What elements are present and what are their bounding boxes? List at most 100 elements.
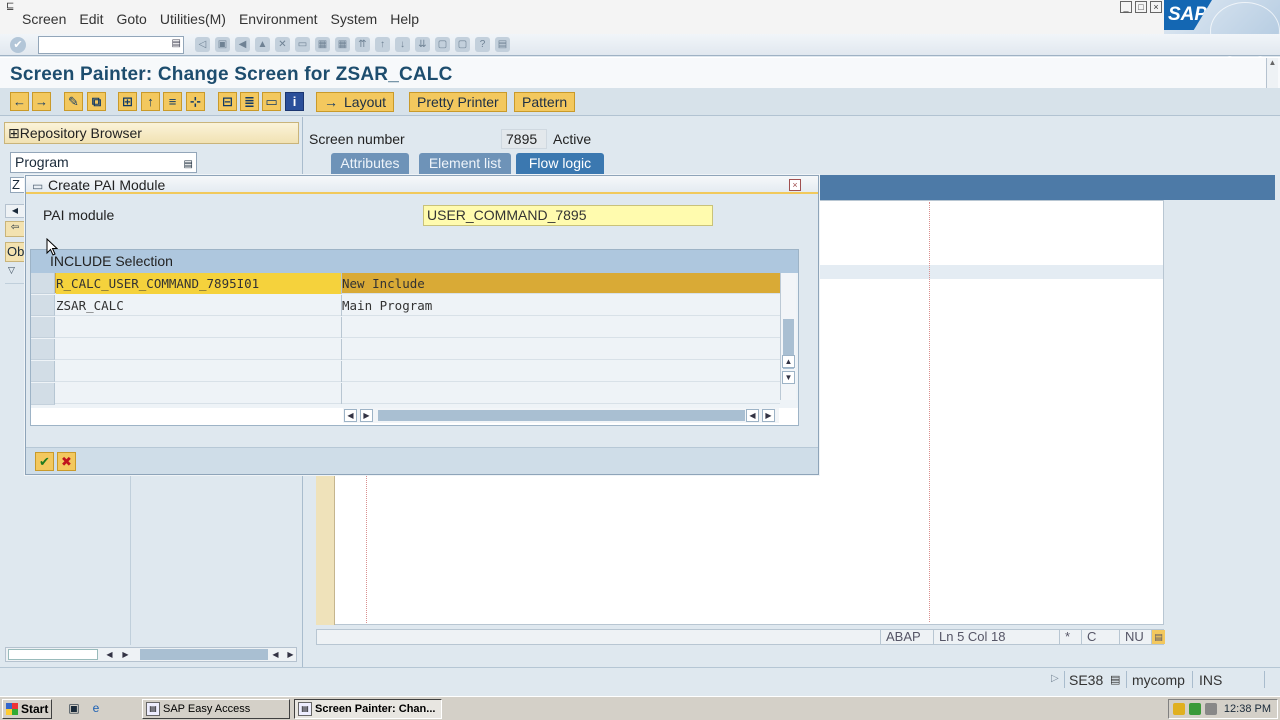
cancel-icon[interactable]: ✕ xyxy=(275,37,290,52)
help-icon[interactable]: ? xyxy=(475,37,490,52)
scroll-left-icon[interactable]: ◀ xyxy=(268,648,283,661)
find-next-icon[interactable]: ▦ xyxy=(335,37,350,52)
row-selector[interactable] xyxy=(31,339,55,360)
scroll-down-icon[interactable]: ▼ xyxy=(782,371,795,384)
prev-page-icon[interactable]: ↑ xyxy=(375,37,390,52)
confirm-icon[interactable]: ✔ xyxy=(35,452,54,471)
table-row[interactable] xyxy=(55,339,780,360)
object-type-select[interactable]: Program ▤ xyxy=(10,152,197,173)
row-selector[interactable] xyxy=(31,273,55,294)
system-menu-icon[interactable]: ⊑ xyxy=(6,1,20,12)
info-icon[interactable]: i xyxy=(285,92,304,111)
shortcut-icon[interactable]: ▢ xyxy=(455,37,470,52)
last-page-icon[interactable]: ⇊ xyxy=(415,37,430,52)
menu-environment[interactable]: Environment xyxy=(239,11,318,27)
scroll-up-icon[interactable]: ▲ xyxy=(782,355,795,368)
pai-module-field[interactable]: USER_COMMAND_7895 xyxy=(423,205,713,226)
window-icon[interactable]: ▭ xyxy=(262,92,281,111)
scroll-left-icon[interactable]: ◀ xyxy=(102,648,117,661)
exit-icon[interactable]: ▲ xyxy=(255,37,270,52)
browser-icon[interactable]: e xyxy=(88,701,104,717)
activate-icon[interactable]: ↑ xyxy=(141,92,160,111)
scroll-left-icon[interactable]: ◀ xyxy=(5,204,25,218)
repository-browser-header[interactable]: ⊞Repository Browser xyxy=(4,122,299,144)
pattern-button[interactable]: Pattern xyxy=(514,92,576,112)
include-desc-cell[interactable]: Main Program xyxy=(341,295,780,316)
tab-element-list[interactable]: Element list xyxy=(419,153,511,175)
table-row[interactable] xyxy=(55,361,780,382)
row-selector[interactable] xyxy=(31,383,55,405)
grid-horizontal-scrollbar[interactable]: ◀ ▶ ◀ ▶ xyxy=(343,408,779,423)
enter-icon[interactable]: ✔ xyxy=(10,37,26,53)
include-desc-cell[interactable]: New Include xyxy=(341,273,780,294)
back-icon[interactable]: ◁ xyxy=(195,37,210,52)
status-list-icon[interactable]: ▤ xyxy=(1110,673,1120,686)
scroll-right-icon[interactable]: ▶ xyxy=(118,648,133,661)
scroll-right-icon[interactable]: ▶ xyxy=(360,409,373,422)
row-selector[interactable] xyxy=(31,317,55,338)
nav-back-icon[interactable]: ◀ xyxy=(235,37,250,52)
menu-system[interactable]: System xyxy=(331,11,378,27)
display-change-icon[interactable]: ✎ xyxy=(64,92,83,111)
active-inactive-icon[interactable]: ⧉ xyxy=(87,92,106,111)
menu-goto[interactable]: Goto xyxy=(116,11,146,27)
minimize-icon[interactable]: _ xyxy=(1120,1,1132,13)
layout-button[interactable]: → Layout xyxy=(316,92,395,112)
scroll-right-icon[interactable]: ▶ xyxy=(283,648,298,661)
tray-shield-icon[interactable] xyxy=(1173,703,1185,715)
menu-edit[interactable]: Edit xyxy=(79,11,103,27)
menu-help[interactable]: Help xyxy=(390,11,419,27)
back-arrow-icon[interactable]: ⇦ xyxy=(5,221,25,237)
dropdown-icon[interactable]: ▤ xyxy=(172,38,181,49)
tray-network-icon[interactable] xyxy=(1189,703,1201,715)
list-icon[interactable]: ≣ xyxy=(240,92,259,111)
print-icon[interactable]: ▭ xyxy=(295,37,310,52)
other-object-icon[interactable]: ⊞ xyxy=(118,92,137,111)
command-field[interactable]: ▤ xyxy=(38,36,184,54)
where-used-icon[interactable]: ≡ xyxy=(163,92,182,111)
row-selector[interactable] xyxy=(31,361,55,382)
desktop-icon[interactable]: ▣ xyxy=(66,701,82,717)
tab-attributes[interactable]: Attributes xyxy=(331,153,409,175)
scroll-right-icon[interactable]: ▶ xyxy=(762,409,775,422)
find-icon[interactable]: ▦ xyxy=(315,37,330,52)
status-expand-icon[interactable]: ▷ xyxy=(1051,673,1059,684)
scroll-left-icon[interactable]: ◀ xyxy=(746,409,759,422)
scroll-left-icon[interactable]: ◀ xyxy=(344,409,357,422)
scroll-thumb[interactable] xyxy=(378,410,745,421)
scroll-thumb[interactable] xyxy=(140,649,268,660)
table-row[interactable] xyxy=(55,317,780,338)
grid-vertical-scrollbar[interactable]: ▲ ▼ xyxy=(780,273,796,400)
tree-icon[interactable]: ⊟ xyxy=(218,92,237,111)
hierarchy-icon[interactable]: ⊹ xyxy=(186,92,205,111)
include-name-cell[interactable]: ZSAR_CALC xyxy=(56,295,341,316)
expand-icon[interactable]: ▽ xyxy=(8,265,15,276)
cancel-icon[interactable]: ✖ xyxy=(57,452,76,471)
scroll-thumb[interactable] xyxy=(8,649,98,660)
dropdown-icon[interactable]: ▤ xyxy=(184,155,193,174)
menu-screen[interactable]: Screen xyxy=(22,11,66,27)
task-screen-painter[interactable]: ▤ Screen Painter: Chan... xyxy=(294,699,442,719)
maximize-icon[interactable]: □ xyxy=(1135,1,1147,13)
table-row[interactable]: ZSAR_CALC Main Program xyxy=(55,295,780,316)
close-window-icon[interactable]: × xyxy=(1150,1,1162,13)
left-scrollbar[interactable]: ◀ ▶ ◀ ▶ xyxy=(5,647,297,662)
start-button[interactable]: Start xyxy=(2,699,52,719)
object-list-header[interactable]: Ob xyxy=(5,242,27,262)
task-sap-easy-access[interactable]: ▤ SAP Easy Access xyxy=(142,699,290,719)
include-name-cell[interactable]: R_CALC_USER_COMMAND_7895I01 xyxy=(56,273,341,294)
save-icon[interactable]: ▣ xyxy=(215,37,230,52)
close-icon[interactable]: × xyxy=(789,179,801,191)
new-session-icon[interactable]: ▢ xyxy=(435,37,450,52)
page-scroll[interactable]: ▲ xyxy=(1266,58,1278,90)
row-selector[interactable] xyxy=(31,295,55,316)
table-row[interactable]: R_CALC_USER_COMMAND_7895I01 New Include xyxy=(55,273,780,294)
tray-volume-icon[interactable] xyxy=(1205,703,1217,715)
arrow-right-icon[interactable]: → xyxy=(32,92,51,111)
arrow-left-icon[interactable]: ← xyxy=(10,92,29,111)
first-page-icon[interactable]: ⇈ xyxy=(355,37,370,52)
layout-menu-icon[interactable]: ▤ xyxy=(495,37,510,52)
menu-utilities[interactable]: Utilities(M) xyxy=(160,11,226,27)
next-page-icon[interactable]: ↓ xyxy=(395,37,410,52)
table-row[interactable] xyxy=(55,383,780,404)
